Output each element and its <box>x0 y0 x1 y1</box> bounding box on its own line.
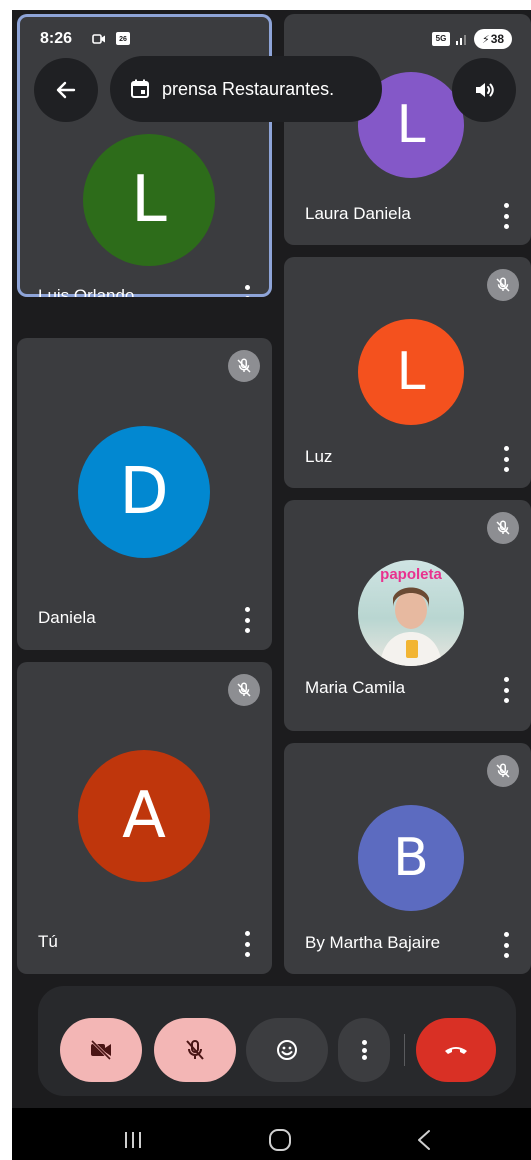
home-icon[interactable] <box>268 1128 292 1152</box>
participant-name: Luz <box>305 447 333 466</box>
muted-mic-icon <box>228 350 260 382</box>
video-camera-icon <box>92 34 105 44</box>
audio-output-button[interactable] <box>452 58 516 122</box>
more-options-icon[interactable] <box>244 931 250 957</box>
muted-mic-icon <box>228 674 260 706</box>
network-type-badge: 5G <box>432 32 450 46</box>
participant-name: Tú <box>38 932 58 951</box>
emoji-icon <box>277 1040 297 1060</box>
participant-tile-self[interactable]: A Tú <box>17 662 272 974</box>
more-options-icon[interactable] <box>244 607 250 633</box>
call-controls-bar <box>38 986 516 1096</box>
status-time: 8:26 <box>40 30 73 47</box>
muted-mic-icon <box>487 512 519 544</box>
participant-tile-maria-camila[interactable]: papoleta Maria Camila <box>284 500 531 731</box>
mic-off-icon <box>186 1039 204 1060</box>
camera-off-icon <box>90 1039 112 1061</box>
more-options-icon[interactable] <box>244 285 250 297</box>
reactions-button[interactable] <box>246 1018 328 1082</box>
more-vert-icon <box>361 1040 367 1060</box>
status-bar: 8:26 26 5G ⚡ 38 <box>12 10 531 54</box>
avatar: D <box>78 426 210 558</box>
avatar: B <box>358 805 464 911</box>
mic-toggle-button[interactable] <box>154 1018 236 1082</box>
profile-photo: papoleta <box>358 560 464 666</box>
avatar: L <box>83 134 215 266</box>
muted-mic-icon <box>487 755 519 787</box>
meet-call-screen: L Luis Orlando L Laura Daniela L Luz D D… <box>12 10 531 1160</box>
photo-brand-text: papoleta <box>380 566 442 583</box>
meeting-title: prensa Restaurantes. <box>162 78 335 99</box>
participant-name: Daniela <box>38 608 96 627</box>
speaker-icon <box>476 83 494 97</box>
charging-icon: ⚡ <box>481 33 490 46</box>
muted-mic-icon <box>487 269 519 301</box>
participant-name: Maria Camila <box>305 678 406 697</box>
more-options-icon[interactable] <box>503 203 509 229</box>
hang-up-button[interactable] <box>416 1018 496 1082</box>
battery-level: 38 <box>490 32 505 46</box>
calendar-icon: 26 <box>116 32 130 45</box>
system-navigation-bar <box>12 1108 531 1160</box>
participant-name: By Martha Bajaire <box>305 933 441 952</box>
controls-divider <box>404 1034 405 1066</box>
participant-tile-martha-bajaire[interactable]: B By Martha Bajaire <box>284 743 531 974</box>
participant-tile-daniela[interactable]: D Daniela <box>17 338 272 650</box>
meeting-title-pill[interactable]: prensa Restaurantes. <box>110 56 382 122</box>
more-options-icon[interactable] <box>503 446 509 472</box>
phone-hangup-icon <box>445 1047 467 1054</box>
participant-tile-luz[interactable]: L Luz <box>284 257 531 488</box>
back-nav-icon[interactable] <box>416 1129 432 1151</box>
calendar-event-icon <box>131 79 149 98</box>
participant-name: Luis Orlando <box>38 286 135 297</box>
camera-toggle-button[interactable] <box>60 1018 142 1082</box>
back-button[interactable] <box>34 58 98 122</box>
more-options-icon[interactable] <box>503 932 509 958</box>
more-options-icon[interactable] <box>503 677 509 703</box>
avatar: A <box>78 750 210 882</box>
signal-icon <box>456 35 466 45</box>
recent-apps-icon[interactable] <box>122 1130 144 1150</box>
arrow-left-icon <box>56 81 76 99</box>
battery-indicator: ⚡ 38 <box>474 29 512 49</box>
more-options-button[interactable] <box>338 1018 390 1082</box>
participant-name: Laura Daniela <box>305 204 411 223</box>
avatar: L <box>358 319 464 425</box>
